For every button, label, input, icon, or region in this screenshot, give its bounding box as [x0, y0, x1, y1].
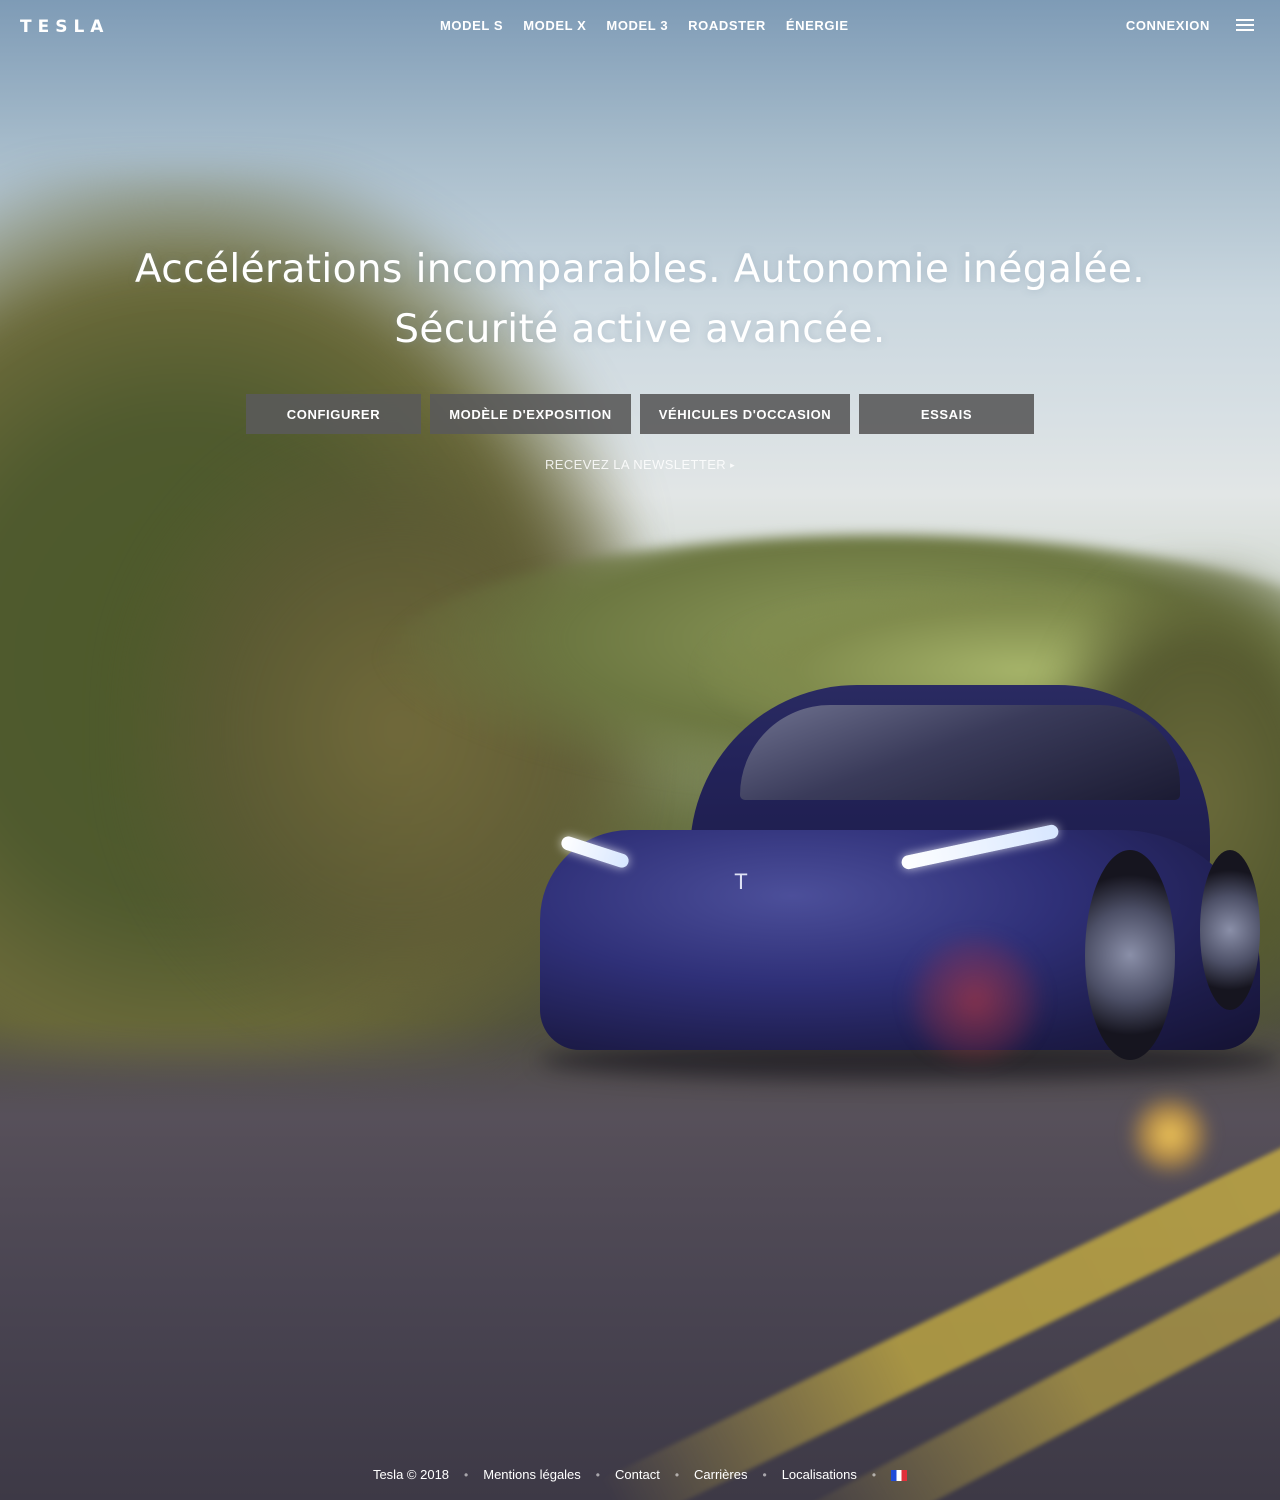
main-nav: MODEL S MODEL X MODEL 3 ROADSTER ÉNERGIE	[430, 17, 859, 35]
hamburger-icon[interactable]	[1236, 17, 1254, 33]
login-link[interactable]: CONNEXION	[1126, 17, 1210, 35]
hero-title-line-1: Accélérations incomparables. Autonomie i…	[134, 247, 1146, 292]
car-badge-icon: T	[734, 869, 748, 894]
separator-dot: •	[464, 1468, 469, 1482]
car-wheel	[1200, 850, 1260, 1010]
showroom-model-button[interactable]: MODÈLE D'EXPOSITION	[430, 394, 631, 434]
footer-link-locations[interactable]: Localisations	[782, 1466, 857, 1484]
flag-fr-icon[interactable]	[891, 1469, 908, 1481]
car-windshield	[740, 705, 1180, 800]
footer-link-contact[interactable]: Contact	[615, 1466, 660, 1484]
separator-dot: •	[595, 1468, 600, 1482]
hero-background-image: T	[0, 0, 1280, 1500]
site-header: TESLA MODEL S MODEL X MODEL 3 ROADSTER É…	[0, 0, 1280, 52]
separator-dot: •	[762, 1468, 767, 1482]
hero-title: Accélérations incomparables. Autonomie i…	[90, 240, 1190, 360]
menu-bar	[1236, 19, 1254, 21]
footer-link-careers[interactable]: Carrières	[694, 1466, 747, 1484]
lens-flare	[905, 935, 1045, 1065]
newsletter-link[interactable]: RECEVEZ LA NEWSLETTER ▸	[0, 457, 1280, 472]
nav-model-3[interactable]: MODEL 3	[596, 17, 678, 35]
nav-model-s[interactable]: MODEL S	[430, 17, 513, 35]
separator-dot: •	[674, 1468, 680, 1482]
menu-bar	[1236, 29, 1254, 31]
caret-right-icon: ▸	[730, 460, 735, 470]
nav-model-x[interactable]: MODEL X	[513, 17, 596, 35]
site-footer: Tesla © 2018 • Mentions légales • Contac…	[0, 1466, 1280, 1484]
configure-button[interactable]: CONFIGURER	[246, 394, 421, 434]
copyright-text: Tesla © 2018	[372, 1467, 450, 1482]
lens-flare	[1130, 1095, 1210, 1175]
used-vehicles-button[interactable]: VÉHICULES D'OCCASION	[640, 394, 850, 434]
footer-link-legal[interactable]: Mentions légales	[483, 1466, 581, 1484]
tesla-logo[interactable]: TESLA	[20, 17, 109, 37]
nav-energie[interactable]: ÉNERGIE	[776, 17, 859, 35]
nav-roadster[interactable]: ROADSTER	[678, 17, 776, 35]
separator-dot: •	[871, 1468, 877, 1482]
car-wheel	[1085, 850, 1175, 1060]
hero-title-line-2: Sécurité active avancée.	[394, 307, 886, 352]
newsletter-label: RECEVEZ LA NEWSLETTER	[545, 457, 727, 472]
cta-button-group: CONFIGURER MODÈLE D'EXPOSITION VÉHICULES…	[246, 394, 1034, 434]
test-drive-button[interactable]: ESSAIS	[859, 394, 1034, 434]
menu-bar	[1236, 24, 1254, 26]
